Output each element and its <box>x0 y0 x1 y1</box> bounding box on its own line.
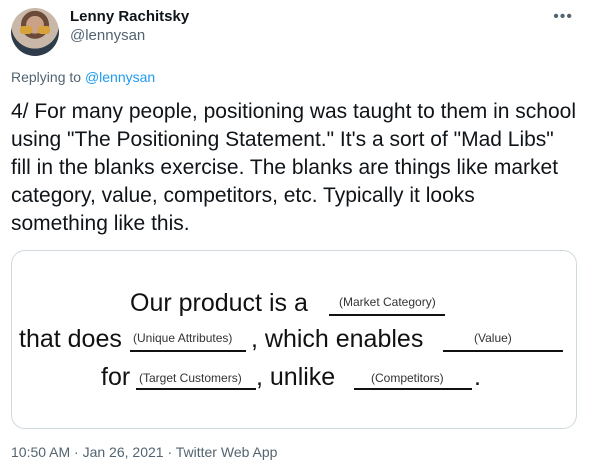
sunglasses-icon <box>20 26 50 35</box>
unique-attributes-blank <box>130 350 246 352</box>
statement-line2-start: that does <box>19 325 122 353</box>
tweet-text: 4/ For many people, positioning was taug… <box>11 100 576 235</box>
statement-line3-end: . <box>474 363 481 391</box>
statement-line3-mid: , unlike <box>256 363 336 391</box>
value-blank <box>443 350 563 352</box>
tweet-timestamp[interactable]: 10:50 AM · Jan 26, 2021 · Twitter Web Ap… <box>11 444 277 460</box>
target-customers-blank <box>136 388 256 390</box>
statement-line2-mid: , which enables <box>251 325 424 353</box>
replying-handle-link[interactable]: @lennysan <box>85 69 155 85</box>
statement-line1: Our product is a <box>130 289 308 317</box>
value-label: (Value) <box>474 331 512 345</box>
market-category-label: (Market Category) <box>339 295 436 309</box>
author-name[interactable]: Lenny Rachitsky <box>70 8 189 25</box>
more-options-icon[interactable]: ••• <box>553 8 573 26</box>
competitors-blank <box>354 388 472 390</box>
author-handle[interactable]: @lennysan <box>70 27 145 44</box>
unique-attributes-label: (Unique Attributes) <box>133 331 233 345</box>
replying-to: Replying to @lennysan <box>11 69 155 85</box>
replying-prefix: Replying to <box>11 69 82 85</box>
author-avatar[interactable] <box>11 8 59 56</box>
market-category-blank <box>329 314 445 316</box>
statement-line3-start: for <box>101 363 131 391</box>
competitors-label: (Competitors) <box>371 371 444 385</box>
positioning-statement-image[interactable]: Our product is a (Market Category) that … <box>11 250 577 429</box>
target-customers-label: (Target Customers) <box>139 371 242 385</box>
